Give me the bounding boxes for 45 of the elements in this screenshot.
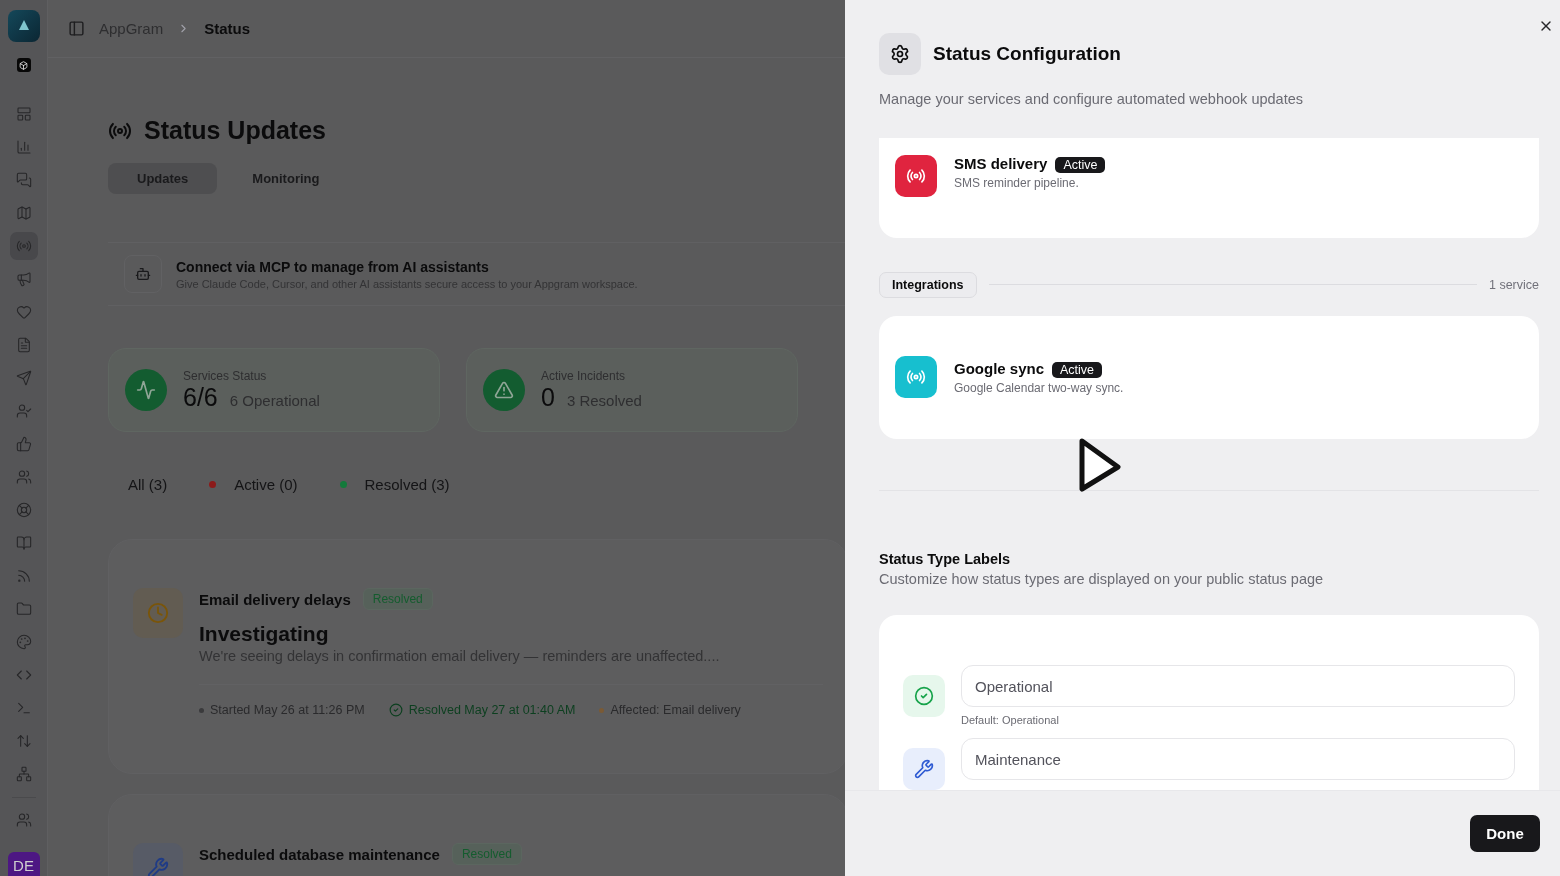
- robot-icon: [124, 255, 162, 293]
- default-hint: Default: Operational: [961, 714, 1060, 726]
- stat-value: 0: [541, 382, 555, 411]
- status-badge: Resolved: [362, 588, 433, 610]
- label-input[interactable]: Maintenance: [961, 738, 1515, 780]
- app-logo[interactable]: [7, 10, 40, 42]
- status-badge: Active: [1055, 157, 1106, 173]
- incident-status: Investigating: [199, 622, 330, 646]
- status-badge: Active: [1052, 361, 1103, 378]
- label-input[interactable]: Operational: [961, 665, 1515, 707]
- page-title: Status Updates: [144, 116, 326, 145]
- filter-tab[interactable]: All (3): [128, 476, 168, 493]
- stat-value: 6/6: [183, 382, 218, 411]
- service-name: SMS delivery: [954, 155, 1048, 172]
- workspace-icon[interactable]: [16, 58, 31, 72]
- status-badge: Resolved: [451, 843, 522, 865]
- tab[interactable]: Monitoring: [223, 163, 349, 194]
- service-description: Google Calendar two-way sync.: [954, 380, 1124, 395]
- sidebar-toggle-icon[interactable]: [68, 20, 85, 37]
- clock-icon: [133, 588, 183, 638]
- incident-card[interactable]: Scheduled database maintenance Resolved: [108, 794, 848, 876]
- incident-card[interactable]: [108, 539, 848, 774]
- settings-icon: [879, 33, 921, 75]
- filter-tab[interactable]: Resolved (3): [339, 476, 450, 493]
- section-description: Customize how status types are displayed on your public status page: [879, 571, 1325, 587]
- incident-title: Scheduled database maintenance: [199, 845, 440, 863]
- incident-title: Email delivery delays: [199, 590, 351, 608]
- banner-title: Connect via MCP to manage from AI assistants: [176, 258, 490, 275]
- pulse-icon: [125, 369, 167, 411]
- service-count: 1 service: [1488, 277, 1539, 292]
- done-button[interactable]: Done: [1470, 815, 1540, 852]
- check-circle-icon: [388, 703, 403, 717]
- wrench-icon: [903, 748, 945, 790]
- section-title: Status Type Labels: [879, 551, 1012, 567]
- warning-icon: [483, 369, 525, 411]
- filter-tab[interactable]: Active (0): [209, 476, 298, 493]
- group-label: Integrations: [879, 271, 977, 298]
- panel-title: Status Configuration: [933, 43, 1121, 65]
- breadcrumb-item[interactable]: Status: [204, 20, 251, 37]
- service-description: SMS reminder pipeline.: [954, 176, 1080, 190]
- service-name: Google sync: [954, 359, 1045, 377]
- user-avatar[interactable]: DE: [7, 852, 40, 876]
- broadcast-icon[interactable]: [9, 232, 38, 260]
- resolved-time: Resolved May 27 at 01:40 AM: [408, 703, 576, 717]
- panel-subtitle: Manage your services and configure automated webhook updates: [879, 91, 1304, 107]
